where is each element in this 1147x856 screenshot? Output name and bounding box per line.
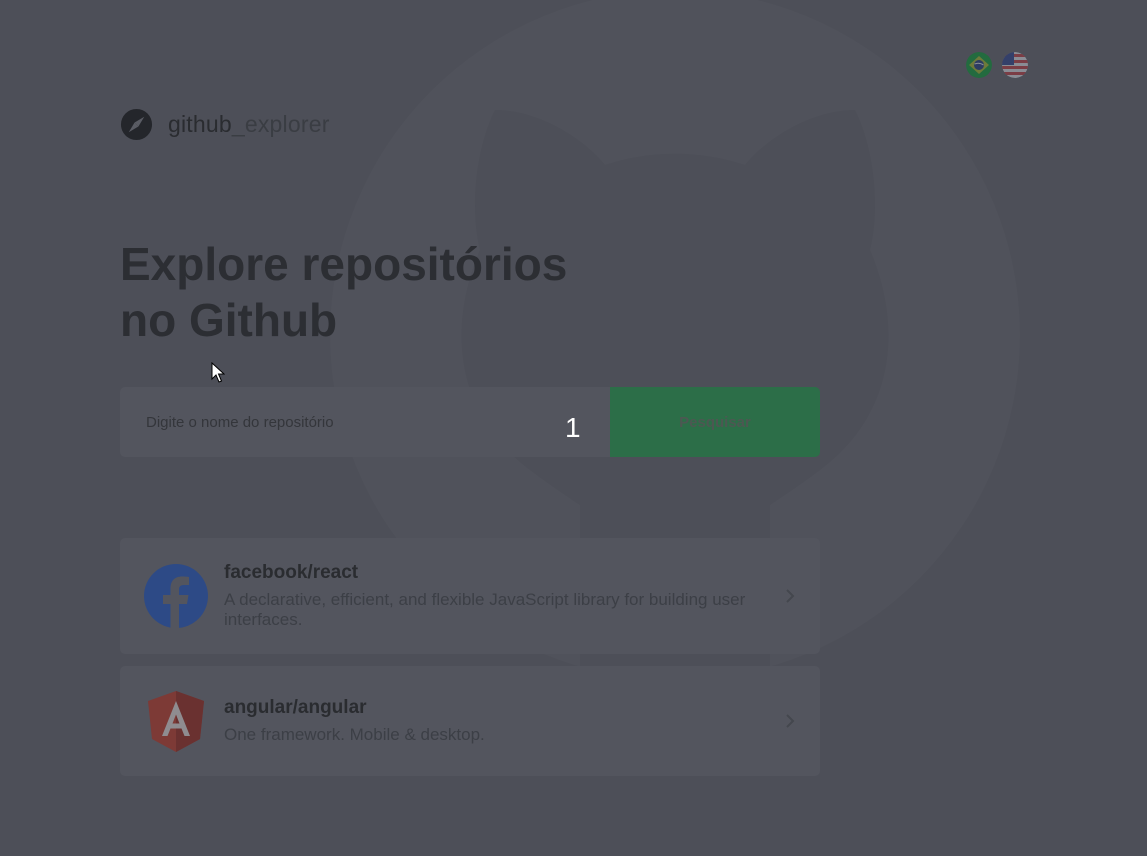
language-switcher bbox=[966, 52, 1028, 78]
brazil-flag-icon[interactable] bbox=[966, 52, 992, 78]
mouse-cursor-icon bbox=[211, 362, 225, 383]
usa-flag-icon[interactable] bbox=[1002, 52, 1028, 78]
angular-logo-icon bbox=[148, 691, 204, 752]
repository-search-input[interactable] bbox=[120, 387, 610, 457]
compass-icon bbox=[120, 108, 153, 141]
page-title: Explore repositórios no Github bbox=[120, 238, 568, 346]
chevron-right-icon bbox=[786, 589, 795, 603]
brand: github_explorer bbox=[120, 108, 330, 141]
repository-description: One framework. Mobile & desktop. bbox=[224, 725, 485, 744]
search-form: Pesquisar bbox=[120, 387, 820, 457]
repository-info: facebook/react A declarative, efficient,… bbox=[224, 562, 774, 630]
repository-info: angular/angular One framework. Mobile & … bbox=[224, 697, 774, 745]
step-number-label: 1 bbox=[565, 412, 581, 443]
repository-description: A declarative, efficient, and flexible J… bbox=[224, 590, 746, 629]
repository-name: angular/angular bbox=[224, 697, 367, 718]
chevron-right-icon bbox=[786, 714, 795, 728]
repository-item[interactable]: angular/angular One framework. Mobile & … bbox=[120, 666, 820, 776]
repository-name: facebook/react bbox=[224, 562, 359, 583]
repository-item[interactable]: facebook/react A declarative, efficient,… bbox=[120, 538, 820, 654]
facebook-logo-icon bbox=[144, 564, 208, 628]
search-button[interactable]: Pesquisar bbox=[610, 387, 820, 457]
repository-list: facebook/react A declarative, efficient,… bbox=[120, 538, 820, 788]
app-name: github_explorer bbox=[168, 111, 330, 137]
